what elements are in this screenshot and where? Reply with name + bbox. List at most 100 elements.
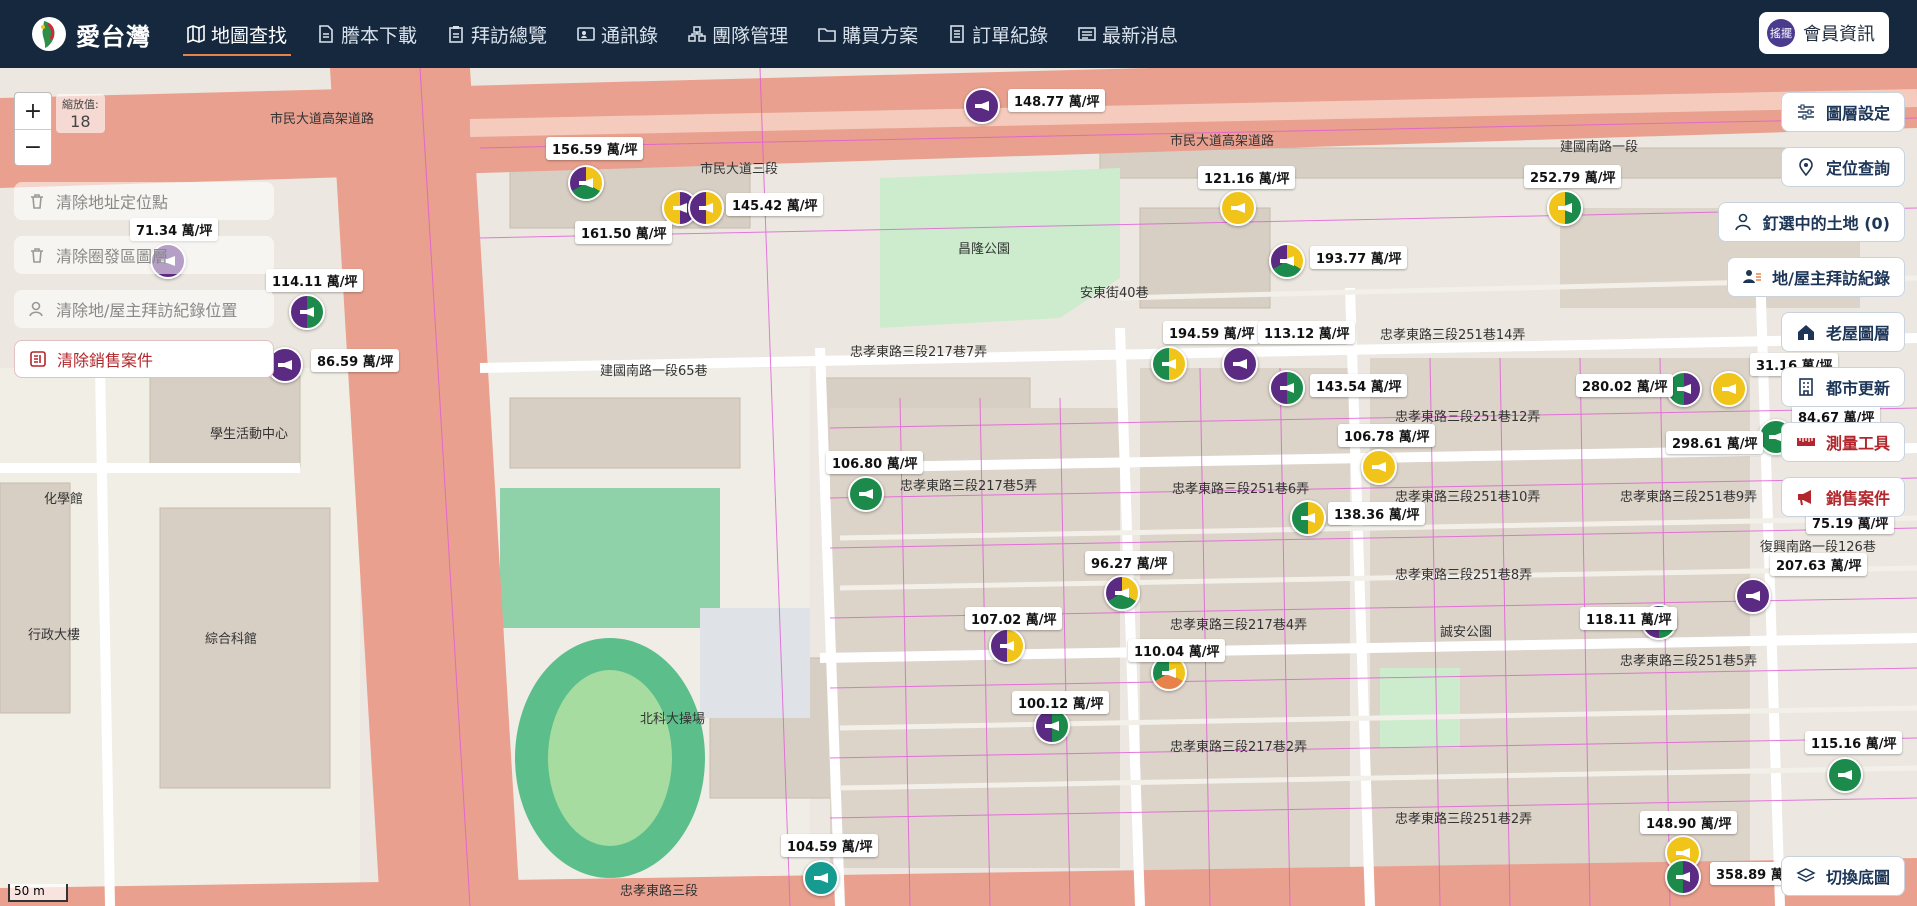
- listing-marker[interactable]: [803, 860, 839, 896]
- sliders-icon: [1796, 102, 1816, 122]
- measure-tool-button[interactable]: 測量工具: [1780, 422, 1905, 462]
- clear-sales-listings-button[interactable]: 清除銷售案件: [14, 340, 274, 378]
- price-tag[interactable]: 96.27 萬/坪: [1085, 551, 1174, 574]
- listing-marker[interactable]: [289, 294, 325, 330]
- news-icon: [1078, 25, 1096, 43]
- street-label: 市民大道高架道路: [270, 112, 375, 127]
- ruler-icon: [1796, 432, 1816, 452]
- listing-marker[interactable]: [848, 476, 884, 512]
- old-house-layer-button[interactable]: 老屋圖層: [1780, 312, 1905, 352]
- clear-address-pin-button[interactable]: 清除地址定位點: [14, 182, 274, 220]
- listing-marker[interactable]: [964, 88, 1000, 124]
- zoom-caption: 縮放值:: [62, 98, 99, 111]
- button-label: 清除地址定位點: [56, 193, 169, 212]
- brand[interactable]: 愛台灣: [30, 15, 151, 53]
- listing-marker[interactable]: [1151, 346, 1187, 382]
- clear-circle-layer-button[interactable]: 清除圈發區圖層: [14, 236, 274, 274]
- location-pin-icon: [1796, 157, 1816, 177]
- price-tag[interactable]: 121.16 萬/坪: [1198, 166, 1296, 189]
- price-tag[interactable]: 148.77 萬/坪: [1008, 89, 1106, 112]
- price-tag[interactable]: 106.78 萬/坪: [1338, 424, 1436, 447]
- member-info-label: 會員資訊: [1803, 24, 1875, 45]
- price-tag[interactable]: 298.61 萬/坪: [1666, 431, 1764, 454]
- listing-marker[interactable]: [688, 190, 724, 226]
- listing-marker[interactable]: [1104, 575, 1140, 611]
- user-icon: [28, 300, 46, 318]
- price-tag[interactable]: 138.36 萬/坪: [1328, 502, 1426, 525]
- price-tag[interactable]: 148.90 萬/坪: [1640, 811, 1738, 834]
- nav-visit-overview[interactable]: 拜訪總覽: [435, 0, 559, 68]
- button-label: 都市更新: [1825, 379, 1890, 398]
- listing-marker[interactable]: [1547, 190, 1583, 226]
- listing-marker[interactable]: [1269, 243, 1305, 279]
- listing-marker[interactable]: [1735, 578, 1771, 614]
- price-tag[interactable]: 143.54 萬/坪: [1310, 374, 1408, 397]
- top-navigation-bar: 愛台灣 地圖查找 謄本下載 拜訪總覽 通訊錄 團隊管理 購買方案 訂單紀錄 最新…: [0, 0, 1917, 68]
- listing-marker[interactable]: [568, 165, 604, 201]
- listing-marker[interactable]: [1222, 346, 1258, 382]
- trash-icon: [28, 246, 46, 264]
- price-tag[interactable]: 114.11 萬/坪: [266, 269, 364, 292]
- price-tag[interactable]: 100.12 萬/坪: [1012, 691, 1110, 714]
- price-tag[interactable]: 280.02 萬/坪: [1576, 374, 1674, 397]
- street-label: 忠孝東路三段217巷4弄: [1170, 618, 1308, 633]
- nav-latest-news[interactable]: 最新消息: [1066, 0, 1190, 68]
- nav-label: 謄本下載: [341, 24, 418, 47]
- price-tag[interactable]: 193.77 萬/坪: [1310, 246, 1408, 269]
- clipboard-icon: [447, 25, 465, 43]
- layer-settings-button[interactable]: 圖層設定: [1780, 92, 1905, 132]
- price-tag[interactable]: 86.59 萬/坪: [311, 349, 400, 372]
- price-tag[interactable]: 156.59 萬/坪: [546, 137, 644, 160]
- price-tag[interactable]: 107.02 萬/坪: [965, 607, 1063, 630]
- visit-record-button[interactable]: 地/屋主拜訪紀錄: [1727, 257, 1905, 297]
- price-tag[interactable]: 194.59 萬/坪: [1163, 321, 1261, 344]
- nav-label: 團隊管理: [712, 24, 789, 47]
- building-label: 行政大樓: [28, 628, 81, 643]
- price-tag[interactable]: 106.80 萬/坪: [826, 451, 924, 474]
- listing-marker[interactable]: [1269, 370, 1305, 406]
- listing-marker[interactable]: [1665, 859, 1701, 895]
- listing-marker[interactable]: [1361, 449, 1397, 485]
- listing-marker[interactable]: [1827, 757, 1863, 793]
- listing-marker[interactable]: [1711, 371, 1747, 407]
- nav-contacts[interactable]: 通訊錄: [565, 0, 670, 68]
- price-tag[interactable]: 145.42 萬/坪: [726, 193, 824, 216]
- location-search-button[interactable]: 定位查詢: [1780, 147, 1905, 187]
- price-tag[interactable]: 115.16 萬/坪: [1805, 731, 1903, 754]
- button-label: 切換底圖: [1825, 868, 1890, 887]
- nav-transcript-download[interactable]: 謄本下載: [305, 0, 429, 68]
- price-tag[interactable]: 252.79 萬/坪: [1524, 165, 1622, 188]
- button-label: 清除圈發區圖層: [56, 247, 169, 266]
- street-label: 安東街40巷: [1080, 286, 1149, 301]
- nav-team-management[interactable]: 團隊管理: [676, 0, 800, 68]
- price-tag[interactable]: 113.12 萬/坪: [1258, 321, 1356, 344]
- button-label: 老屋圖層: [1825, 324, 1890, 343]
- price-tag[interactable]: 110.04 萬/坪: [1128, 639, 1226, 662]
- street-label: 忠孝東路三段251巷2弄: [1395, 812, 1533, 827]
- price-tag[interactable]: 104.59 萬/坪: [781, 834, 879, 857]
- price-tag[interactable]: 207.63 萬/坪: [1770, 553, 1868, 576]
- button-label: 銷售案件: [1825, 489, 1890, 508]
- pinned-land-button[interactable]: 釘選中的土地 (0): [1717, 202, 1905, 242]
- nav-map-search[interactable]: 地圖查找: [175, 0, 299, 68]
- listing-marker[interactable]: [1220, 190, 1256, 226]
- listing-marker[interactable]: [1290, 500, 1326, 536]
- price-tag[interactable]: 118.11 萬/坪: [1580, 607, 1678, 630]
- button-label: 圖層設定: [1825, 104, 1890, 123]
- clear-visit-record-location-button[interactable]: 清除地/屋主拜訪紀錄位置: [14, 290, 274, 328]
- nav-purchase-plans[interactable]: 購買方案: [806, 0, 930, 68]
- sales-listings-button[interactable]: 銷售案件: [1780, 477, 1905, 517]
- user-pin-icon: [1733, 212, 1753, 232]
- urban-renewal-button[interactable]: 都市更新: [1780, 367, 1905, 407]
- nav-order-records[interactable]: 訂單紀錄: [936, 0, 1060, 68]
- zoom-in-button[interactable]: +: [15, 93, 51, 129]
- map-canvas[interactable]: 市民大道高架道路 市民大道三段 市民大道高架道路 建國南路一段 建國南路一段65…: [0, 68, 1917, 906]
- street-label: 建國南路一段: [1560, 140, 1639, 155]
- megaphone-icon: [1796, 487, 1816, 507]
- price-tag[interactable]: 161.50 萬/坪: [575, 221, 673, 244]
- zoom-control: + −: [14, 92, 52, 166]
- member-info-button[interactable]: 搖擺 會員資訊: [1759, 12, 1889, 54]
- listing-marker[interactable]: [989, 628, 1025, 664]
- switch-basemap-button[interactable]: 切換底圖: [1780, 856, 1905, 896]
- zoom-out-button[interactable]: −: [15, 129, 51, 165]
